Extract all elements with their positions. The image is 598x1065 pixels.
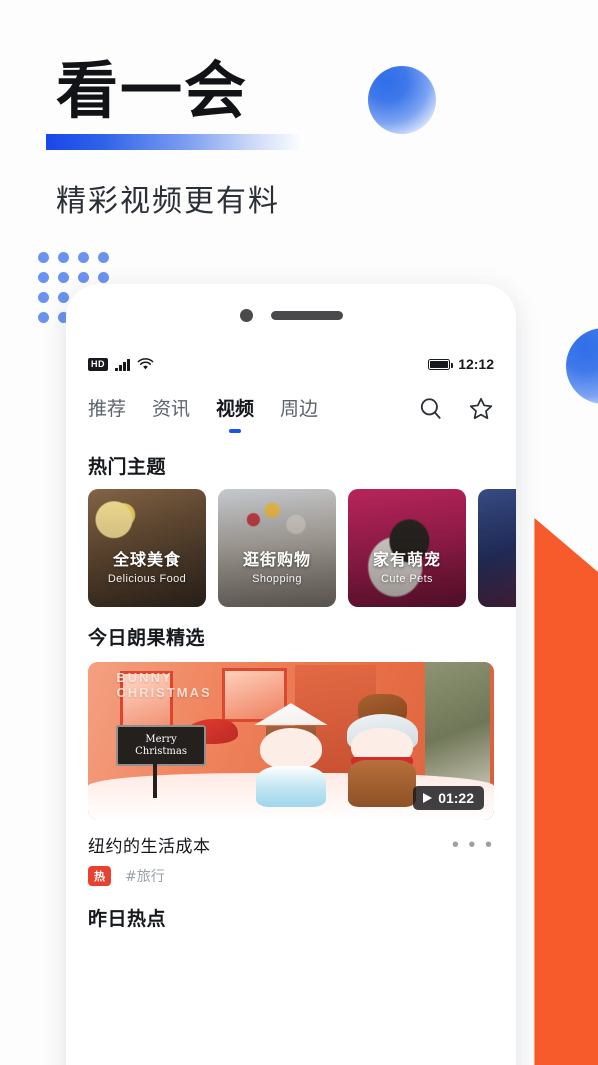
video-brand-text: BUNNY CHRISTMAS bbox=[116, 670, 212, 701]
topic-card-subtitle: Cute Pets bbox=[381, 572, 433, 585]
topic-card-subtitle: Delicious Food bbox=[107, 572, 187, 585]
video-title[interactable]: 纽约的生活成本 bbox=[88, 832, 211, 857]
page-title: 看一会 bbox=[56, 54, 249, 127]
tab-nearby[interactable]: 周边 bbox=[280, 394, 318, 424]
video-sign-line1: Merry bbox=[145, 733, 177, 745]
tab-news[interactable]: 资讯 bbox=[152, 394, 190, 424]
featured-video-card[interactable]: Merry Christmas BUNNY CHRISTMAS 01:22 bbox=[88, 662, 494, 820]
tab-recommend[interactable]: 推荐 bbox=[88, 394, 126, 424]
play-icon bbox=[423, 793, 433, 803]
decor-circle-blue-right bbox=[566, 328, 598, 404]
status-badge: 热 bbox=[88, 866, 111, 886]
topic-card-overlay bbox=[478, 489, 516, 607]
promo-page: 看一会 精彩视频更有料 HD 12:12 推荐 资讯 视频 周边 热门主题 全球… bbox=[0, 0, 598, 1065]
topic-card-title: 家有萌宠 bbox=[372, 549, 441, 569]
tab-label: 资讯 bbox=[152, 398, 191, 420]
tab-label: 推荐 bbox=[88, 398, 127, 420]
topic-card[interactable]: 家有萌宠 Cute Pets bbox=[348, 489, 466, 607]
hot-topics-carousel[interactable]: 全球美食 Delicious Food 逛街购物 Shopping 家有萌宠 C… bbox=[66, 489, 516, 607]
phone-top-bezel bbox=[66, 284, 516, 346]
featured-video-meta: 纽约的生活成本 • • • 热 #旅行 bbox=[66, 820, 516, 886]
video-duration-badge: 01:22 bbox=[413, 786, 484, 810]
tab-label: 周边 bbox=[280, 398, 319, 420]
star-icon[interactable] bbox=[468, 396, 494, 422]
decor-circle-blue-top bbox=[368, 66, 436, 134]
topic-card-subtitle: Shopping bbox=[252, 572, 302, 585]
section-title-featured: 今日朗果精选 bbox=[88, 627, 206, 649]
video-figure-bunny-fox bbox=[344, 693, 421, 808]
duration-text: 01:22 bbox=[438, 790, 474, 806]
phone-mockup: HD 12:12 推荐 资讯 视频 周边 热门主题 全球美食 Delicious… bbox=[66, 284, 516, 1065]
video-sign-line2: Christmas bbox=[135, 745, 187, 757]
battery-icon bbox=[428, 358, 454, 370]
topic-card-title: 全球美食 bbox=[112, 549, 181, 569]
section-title-next: 昨日热点 bbox=[88, 908, 167, 930]
video-figure-bunny-girl bbox=[254, 703, 328, 808]
topic-card-title: 逛街购物 bbox=[242, 549, 311, 569]
tab-video[interactable]: 视频 bbox=[216, 394, 255, 433]
tab-label: 视频 bbox=[216, 398, 255, 420]
signal-bars-icon bbox=[115, 358, 130, 371]
video-tag[interactable]: #旅行 bbox=[125, 866, 165, 886]
decor-orange-shape bbox=[534, 518, 598, 1065]
search-icon[interactable] bbox=[418, 396, 444, 422]
speaker-grille bbox=[270, 310, 343, 320]
topic-card-partial[interactable] bbox=[478, 489, 516, 607]
phone-screen: HD 12:12 推荐 资讯 视频 周边 热门主题 全球美食 Delicious… bbox=[66, 346, 516, 1065]
active-tab-indicator bbox=[229, 429, 242, 433]
page-subtitle: 精彩视频更有料 bbox=[56, 184, 280, 219]
tab-bar: 推荐 资讯 视频 周边 bbox=[66, 382, 516, 436]
more-dots-icon[interactable]: • • • bbox=[452, 835, 494, 855]
wifi-icon bbox=[137, 357, 153, 369]
headline-underline-bar bbox=[46, 134, 304, 150]
status-time: 12:12 bbox=[458, 356, 494, 372]
status-bar: HD 12:12 bbox=[66, 346, 516, 382]
featured-video-wrap: Merry Christmas BUNNY CHRISTMAS 01:22 bbox=[66, 660, 516, 820]
section-title-hot-topics: 热门主题 bbox=[88, 456, 167, 478]
topic-card[interactable]: 逛街购物 Shopping bbox=[218, 489, 336, 607]
promo-headline-group: 看一会 bbox=[46, 54, 304, 150]
camera-icon bbox=[239, 308, 253, 322]
topic-card[interactable]: 全球美食 Delicious Food bbox=[88, 489, 206, 607]
hd-badge: HD bbox=[88, 357, 108, 371]
